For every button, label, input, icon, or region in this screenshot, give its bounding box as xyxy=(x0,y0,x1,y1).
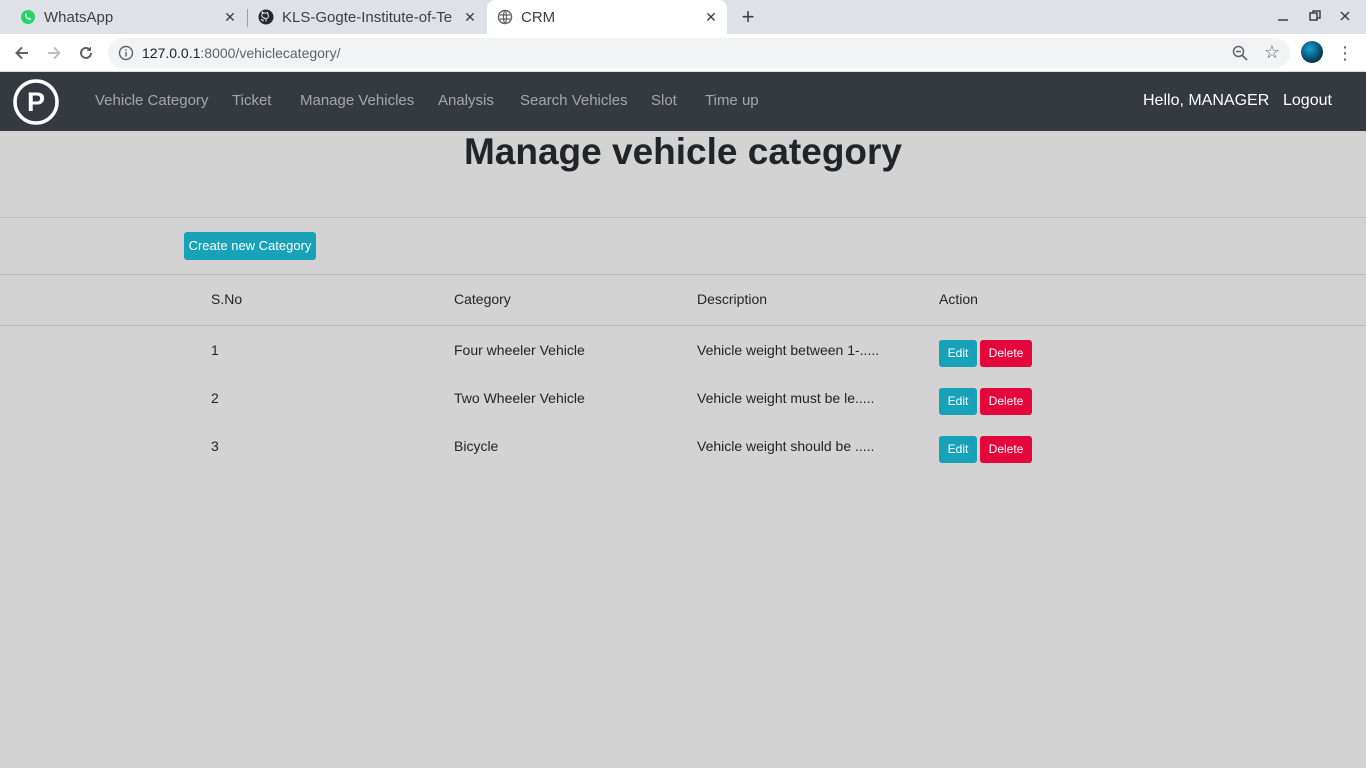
globe-icon xyxy=(497,9,513,25)
cell-category: Bicycle xyxy=(454,438,499,454)
user-greeting: Hello, MANAGER xyxy=(1143,92,1270,109)
cell-category: Two Wheeler Vehicle xyxy=(454,390,585,406)
tab-title: WhatsApp xyxy=(44,8,114,26)
app-navbar: P Vehicle Category Ticket Manage Vehicle… xyxy=(0,72,1366,131)
close-tab-icon[interactable]: ✕ xyxy=(703,9,719,25)
url-text: 127.0.0.1:8000/vehiclecategory/ xyxy=(142,45,340,61)
cell-category: Four wheeler Vehicle xyxy=(454,342,585,358)
tab-title: KLS-Gogte-Institute-of-Te xyxy=(282,8,453,26)
delete-button[interactable]: Delete xyxy=(980,340,1032,367)
column-header-sno: S.No xyxy=(211,291,243,307)
address-bar[interactable]: 127.0.0.1:8000/vehiclecategory/ ☆ xyxy=(108,38,1290,68)
cell-sno: 1 xyxy=(211,342,219,358)
new-tab-icon[interactable]: + xyxy=(737,6,759,28)
cell-sno: 2 xyxy=(211,390,219,406)
browser-toolbar: 127.0.0.1:8000/vehiclecategory/ ☆ ⋮ xyxy=(0,34,1366,72)
divider xyxy=(0,274,1366,275)
edit-button[interactable]: Edit xyxy=(939,340,977,367)
url-path: :8000/vehiclecategory/ xyxy=(200,45,341,61)
github-icon xyxy=(258,9,274,25)
forward-icon[interactable] xyxy=(43,42,65,64)
column-header-category: Category xyxy=(454,291,511,307)
browser-tab-strip: WhatsApp ✕ KLS-Gogte-Institute-of-Te ✕ C… xyxy=(0,0,1366,34)
nav-link-search-vehicles[interactable]: Search Vehicles xyxy=(520,92,628,109)
logout-link[interactable]: Logout xyxy=(1283,92,1332,110)
browser-tab-github[interactable]: KLS-Gogte-Institute-of-Te ✕ xyxy=(248,0,486,34)
delete-button[interactable]: Delete xyxy=(980,388,1032,415)
browser-tab-whatsapp[interactable]: WhatsApp ✕ xyxy=(0,0,246,34)
cell-description: Vehicle weight should be ..... xyxy=(697,438,875,454)
browser-tab-crm[interactable]: CRM ✕ xyxy=(487,0,727,34)
restore-icon[interactable] xyxy=(1308,9,1322,23)
cell-sno: 3 xyxy=(211,438,219,454)
back-icon[interactable] xyxy=(11,42,33,64)
divider xyxy=(0,325,1366,326)
edit-button[interactable]: Edit xyxy=(939,436,977,463)
cell-description: Vehicle weight must be le..... xyxy=(697,390,875,406)
create-category-button[interactable]: Create new Category xyxy=(184,232,316,260)
column-header-description: Description xyxy=(697,291,768,307)
url-host: 127.0.0.1 xyxy=(142,45,201,61)
nav-link-time-up[interactable]: Time up xyxy=(705,92,759,109)
close-tab-icon[interactable]: ✕ xyxy=(222,9,238,25)
page-title: Manage vehicle category xyxy=(463,131,903,172)
nav-link-ticket[interactable]: Ticket xyxy=(232,92,271,109)
reload-icon[interactable] xyxy=(75,42,97,64)
divider xyxy=(0,217,1366,218)
delete-button[interactable]: Delete xyxy=(980,436,1032,463)
close-tab-icon[interactable]: ✕ xyxy=(462,9,478,25)
cell-description: Vehicle weight between 1-..... xyxy=(697,342,880,358)
whatsapp-icon xyxy=(20,9,36,25)
site-info-icon[interactable] xyxy=(118,45,134,61)
column-header-action: Action xyxy=(939,291,978,307)
zoom-out-icon[interactable] xyxy=(1232,45,1248,61)
nav-link-manage-vehicles[interactable]: Manage Vehicles xyxy=(300,92,414,109)
browser-menu-icon[interactable]: ⋮ xyxy=(1336,42,1354,64)
minimize-icon[interactable] xyxy=(1276,9,1290,23)
profile-avatar[interactable] xyxy=(1301,41,1323,63)
nav-link-vehicle-category[interactable]: Vehicle Category xyxy=(95,92,208,109)
brand-letter: P xyxy=(27,87,45,117)
nav-link-analysis[interactable]: Analysis xyxy=(438,92,494,109)
close-window-icon[interactable] xyxy=(1338,9,1352,23)
parking-logo-icon[interactable]: P xyxy=(13,79,59,125)
nav-link-slot[interactable]: Slot xyxy=(651,92,677,109)
tab-title: CRM xyxy=(521,8,556,26)
bookmark-star-icon[interactable]: ☆ xyxy=(1264,43,1280,61)
edit-button[interactable]: Edit xyxy=(939,388,977,415)
